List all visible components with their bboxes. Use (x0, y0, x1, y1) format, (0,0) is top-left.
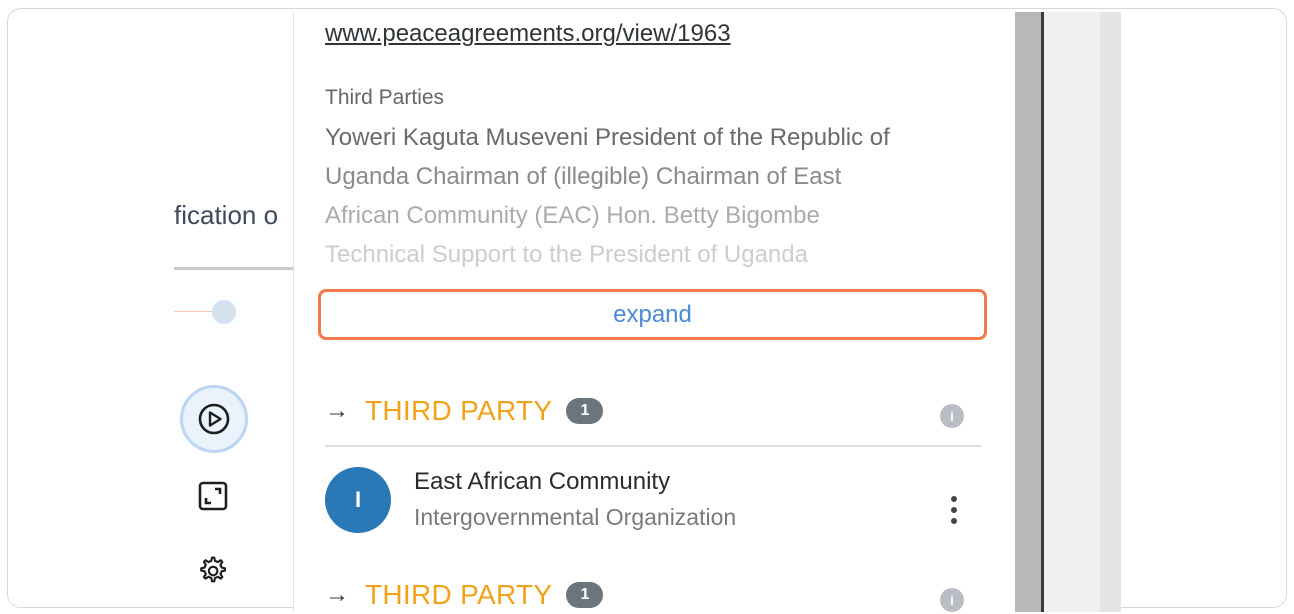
third-parties-text: Yoweri Kaguta Museveni President of the … (325, 118, 985, 274)
third-parties-heading: Third Parties (325, 86, 445, 109)
timeline-track (174, 311, 212, 312)
play-button[interactable] (180, 385, 248, 453)
section-divider (325, 445, 981, 447)
third-parties-line: Technical Support to the President of Ug… (325, 241, 808, 268)
entity-type: Intergovernmental Organization (414, 504, 737, 530)
agreement-side-panel: www.peaceagreements.org/view/1963 Third … (293, 12, 1015, 612)
arrow-right-icon: → (325, 581, 349, 608)
count-badge: 1 (566, 398, 604, 424)
agreement-link[interactable]: www.peaceagreements.org/view/1963 (325, 20, 731, 48)
kebab-dot (951, 518, 957, 524)
fullscreen-button[interactable] (195, 478, 231, 514)
background-divider (174, 267, 294, 270)
third-party-section-header[interactable]: → THIRD PARTY 1 (325, 395, 604, 427)
entity-name: East African Community (414, 468, 671, 495)
background-title-fragment: fication o (174, 200, 279, 230)
background-strip (1044, 12, 1100, 612)
third-parties-line: African Community (EAC) Hon. Betty Bigom… (325, 202, 820, 229)
info-icon[interactable]: i (940, 404, 964, 428)
background-strip (1100, 12, 1121, 612)
entity-list-item[interactable]: I East African Community Intergovernment… (325, 464, 985, 536)
timeline-handle[interactable] (212, 300, 236, 324)
more-vertical-icon[interactable] (939, 490, 969, 530)
third-parties-line: Yoweri Kaguta Museveni President of the … (325, 124, 890, 151)
arrow-right-icon: → (325, 397, 349, 424)
section-title: THIRD PARTY (365, 579, 553, 610)
third-party-section-header[interactable]: → THIRD PARTY 1 (325, 579, 604, 611)
section-title: THIRD PARTY (365, 395, 553, 426)
third-parties-line: Uganda Chairman of (illegible) Chairman … (325, 163, 842, 190)
gear-icon (200, 556, 227, 583)
count-badge: 1 (566, 582, 604, 608)
fullscreen-icon (198, 481, 228, 511)
settings-button[interactable] (193, 552, 231, 590)
panel-scrollbar[interactable] (1015, 12, 1041, 612)
kebab-dot (951, 496, 957, 502)
play-circle-icon (198, 403, 230, 435)
info-icon[interactable]: i (940, 588, 964, 612)
kebab-dot (951, 507, 957, 513)
avatar: I (325, 467, 391, 533)
expand-button[interactable]: expand (318, 289, 987, 340)
